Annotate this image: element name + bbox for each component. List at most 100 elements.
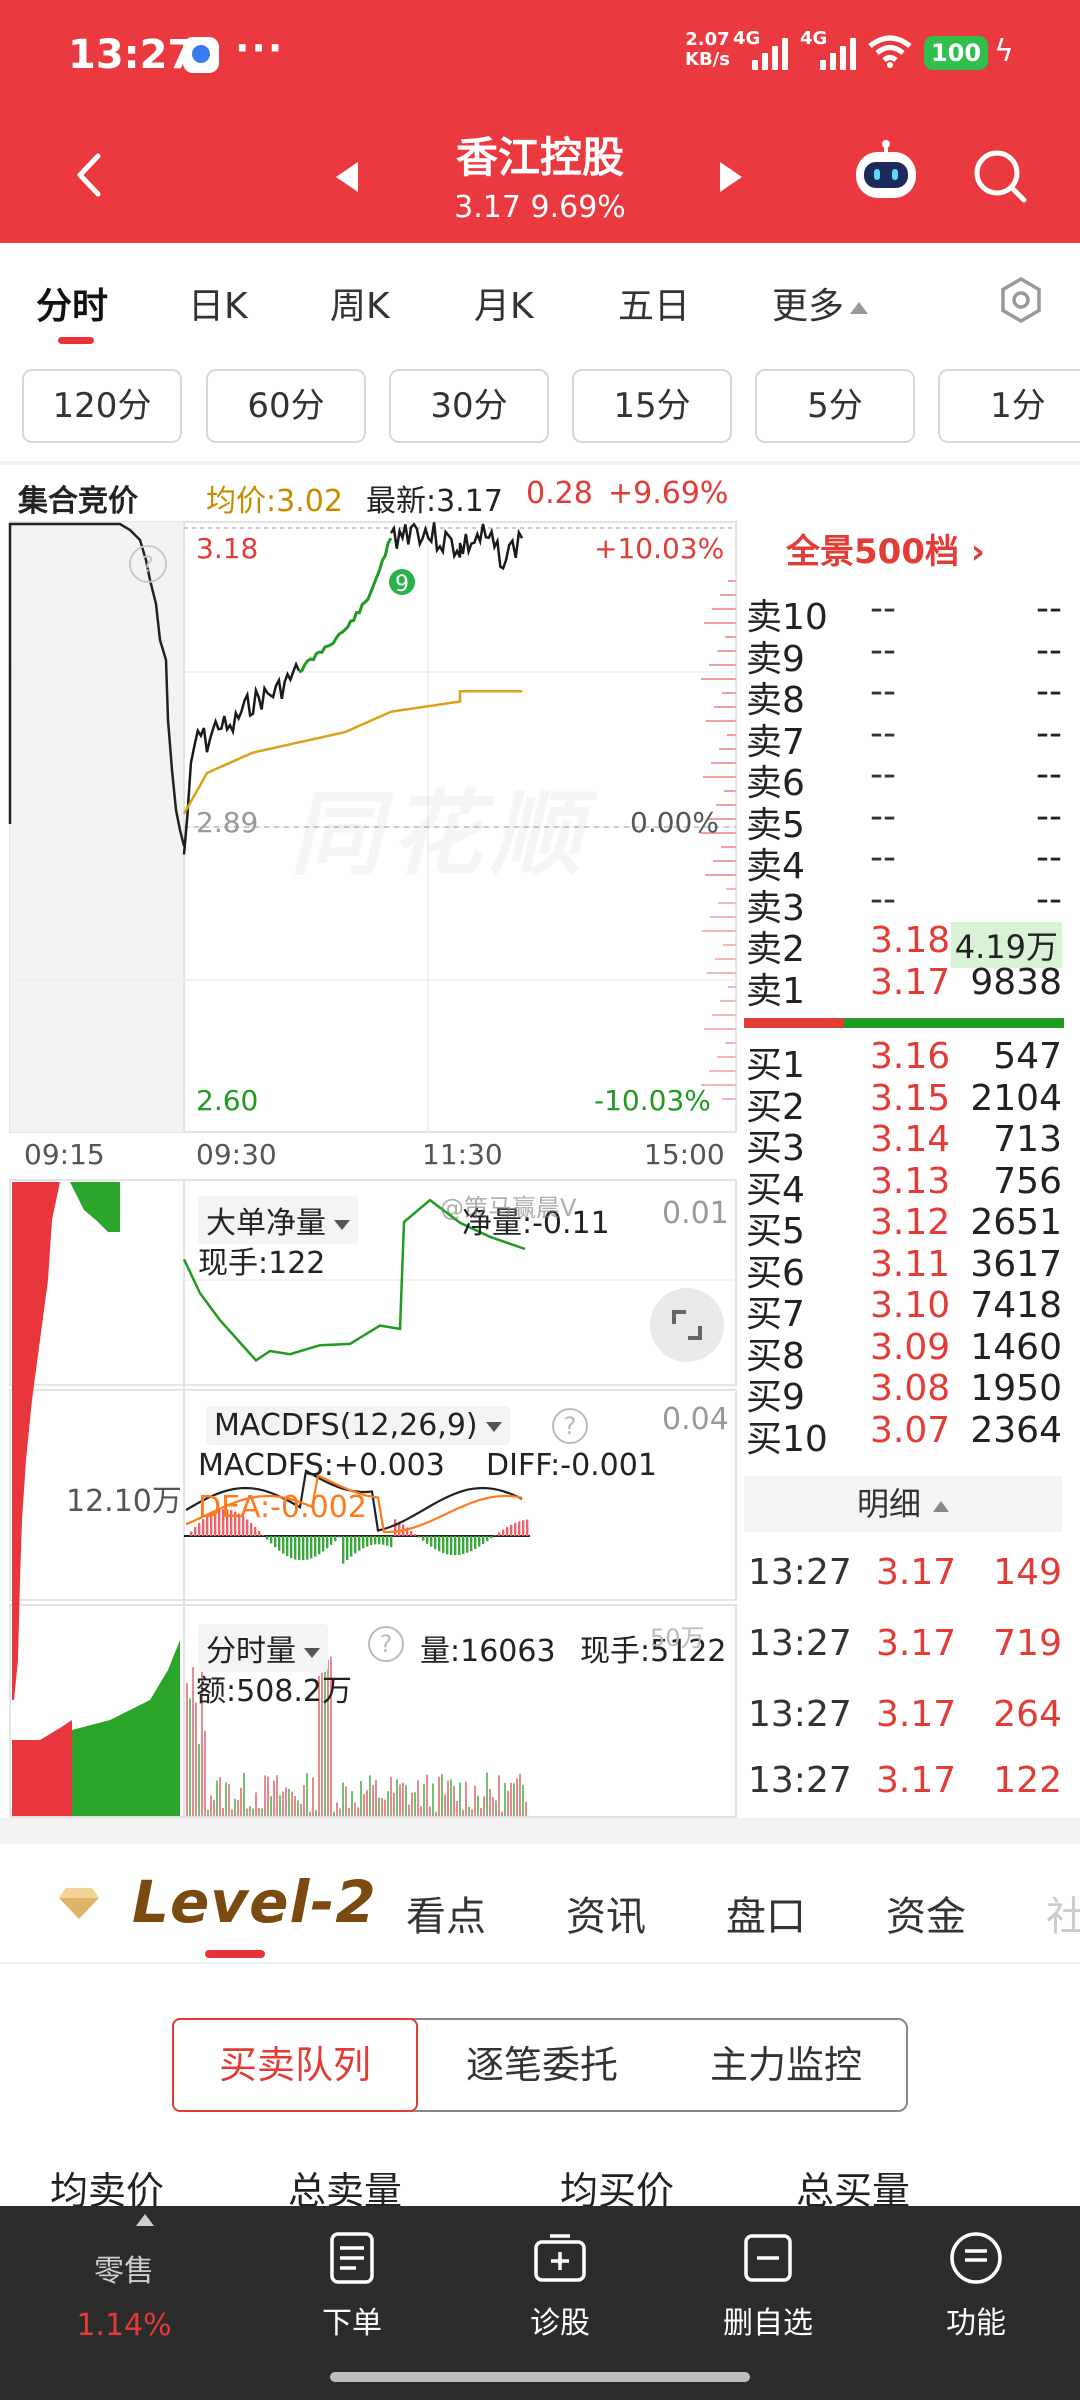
ask-row[interactable]: 卖7 -- -- <box>746 713 1062 763</box>
ask-row[interactable]: 卖4 -- -- <box>746 837 1062 887</box>
trade-price: 3.17 <box>876 1552 957 1593</box>
tab-funds[interactable]: 资金 <box>886 1884 966 1942</box>
interval-120min-button[interactable]: 120分 <box>22 369 182 443</box>
volume-bar <box>282 1791 284 1816</box>
volume-help-icon[interactable]: ? <box>368 1626 404 1662</box>
trade-detail-toggle[interactable]: 明细 <box>744 1476 1062 1532</box>
interval-60min-button[interactable]: 60分 <box>206 369 366 443</box>
tab-more[interactable]: 更多 <box>772 277 869 329</box>
bid-row[interactable]: 买9 3.08 1950 <box>746 1368 1062 1418</box>
macd-bar <box>318 1536 321 1555</box>
tab-daily-k[interactable]: 日K <box>188 277 248 329</box>
volume-bar <box>195 1702 197 1816</box>
tab-quotes[interactable]: 盘口 <box>726 1884 806 1942</box>
bid-volume: 2651 <box>970 1202 1062 1243</box>
nav-diagnose[interactable]: 诊股 <box>460 2206 660 2400</box>
robot-assistant-icon[interactable] <box>850 140 922 204</box>
ask-row[interactable]: 卖5 -- -- <box>746 795 1062 846</box>
macd-bar <box>330 1536 333 1545</box>
segment-main-monitor[interactable]: 主力监控 <box>664 2020 908 2110</box>
depth-bar <box>722 692 736 694</box>
ask-row[interactable]: 卖6 -- -- <box>746 754 1062 804</box>
depth-bar <box>712 1014 736 1016</box>
ask-row[interactable]: 卖1 3.17 9838 <box>746 962 1062 1012</box>
status-more-dots: ··· <box>235 26 285 70</box>
ask-level-label: 卖1 <box>746 970 805 1012</box>
volume-bar <box>255 1792 257 1816</box>
ask-row[interactable]: 卖9 -- -- <box>746 629 1062 680</box>
interval-1min-button[interactable]: 1分 <box>938 369 1080 443</box>
interval-30min-button[interactable]: 30分 <box>389 369 549 443</box>
bid-volume: 7418 <box>970 1285 1062 1326</box>
tab-news[interactable]: 资讯 <box>566 1884 646 1942</box>
nav-place-order[interactable]: 下单 <box>252 2206 452 2400</box>
volume-bar <box>477 1795 479 1816</box>
bid-row[interactable]: 买6 3.11 3617 <box>746 1243 1062 1294</box>
macd-bar <box>470 1536 473 1552</box>
battery-indicator: 100 <box>924 36 988 70</box>
volume-bar <box>369 1775 371 1816</box>
tab-weekly-k[interactable]: 周K <box>330 277 390 329</box>
indicator-selector-volume[interactable]: 分时量 <box>198 1624 328 1672</box>
ask-row[interactable]: 卖8 -- -- <box>746 671 1062 721</box>
bid-row[interactable]: 买2 3.15 2104 <box>746 1078 1062 1128</box>
expand-chart-button[interactable] <box>650 1288 724 1362</box>
macd-bar <box>482 1536 485 1544</box>
trade-price: 3.17 <box>876 1623 957 1664</box>
segment-tick-orders[interactable]: 逐笔委托 <box>420 2020 664 2110</box>
volume-bar <box>417 1780 419 1816</box>
macd-bar <box>310 1536 313 1559</box>
bid-row[interactable]: 买1 3.16 547 <box>746 1036 1062 1086</box>
ask-row[interactable]: 卖2 3.18 4.19万 <box>746 920 1062 970</box>
panorama-500-link[interactable]: 全景500档 › <box>786 524 985 573</box>
tab-five-day[interactable]: 五日 <box>618 277 690 329</box>
ask-price: -- <box>870 795 896 837</box>
volume-bar <box>402 1782 404 1816</box>
ask-row[interactable]: 卖10 -- -- <box>746 588 1062 638</box>
nav-functions[interactable]: 功能 <box>876 2206 1076 2400</box>
macd-bar <box>294 1536 297 1560</box>
next-stock-icon[interactable] <box>720 162 742 192</box>
intraday-chart[interactable]: 9 ? <box>0 520 740 1820</box>
interval-15min-button[interactable]: 15分 <box>572 369 732 443</box>
settings-hexagon-icon[interactable] <box>996 275 1046 325</box>
interval-5min-button[interactable]: 5分 <box>755 369 915 443</box>
tab-monthly-k[interactable]: 月K <box>474 277 534 329</box>
macd-bar <box>274 1536 277 1548</box>
bid-row[interactable]: 买7 3.10 7418 <box>746 1285 1062 1335</box>
ask-row[interactable]: 卖3 -- -- <box>746 879 1062 929</box>
search-icon[interactable] <box>970 146 1030 206</box>
dropdown-icon <box>334 1219 350 1230</box>
volume-bar <box>264 1775 266 1816</box>
bid-row[interactable]: 买8 3.09 1460 <box>746 1327 1062 1377</box>
tab-highlights[interactable]: 看点 <box>406 1884 486 1942</box>
home-indicator[interactable] <box>330 2372 750 2382</box>
macd-bar <box>266 1536 269 1540</box>
nav-retail[interactable]: 零售 1.14% <box>24 2206 224 2400</box>
nav-remove-watchlist[interactable]: 删自选 <box>668 2206 868 2400</box>
macd-bar <box>194 1527 197 1536</box>
volume-bar <box>459 1782 461 1816</box>
volume-bar <box>246 1808 248 1816</box>
macd-bar <box>346 1536 349 1561</box>
tab-community[interactable]: 社 <box>1046 1884 1080 1942</box>
ask-price: -- <box>870 629 896 671</box>
segment-bid-ask-queue[interactable]: 买卖队列 <box>172 2018 418 2112</box>
signal-bars-2-icon <box>820 38 856 70</box>
time-label-1500: 15:00 <box>644 1138 725 1171</box>
price-change: 0.28 <box>526 476 593 511</box>
bid-price: 3.11 <box>870 1243 951 1285</box>
diff-value: DIFF:-0.001 <box>486 1448 657 1483</box>
tab-intraday[interactable]: 分时 <box>36 277 108 329</box>
macd-bar <box>354 1536 357 1554</box>
macd-help-icon[interactable]: ? <box>552 1408 588 1444</box>
indicator-selector-macd[interactable]: MACDFS(12,26,9) <box>206 1406 510 1445</box>
indicator-selector-big-order[interactable]: 大单净量 <box>198 1196 358 1244</box>
bid-price: 3.12 <box>870 1202 951 1243</box>
macd-bar <box>326 1536 329 1549</box>
tab-level2[interactable]: Level-2 <box>132 1868 377 1936</box>
bid-row[interactable]: 买4 3.13 756 <box>746 1161 1062 1211</box>
bid-row[interactable]: 买5 3.12 2651 <box>746 1202 1062 1252</box>
bid-row[interactable]: 买10 3.07 2364 <box>746 1410 1062 1460</box>
bid-row[interactable]: 买3 3.14 713 <box>746 1119 1062 1169</box>
